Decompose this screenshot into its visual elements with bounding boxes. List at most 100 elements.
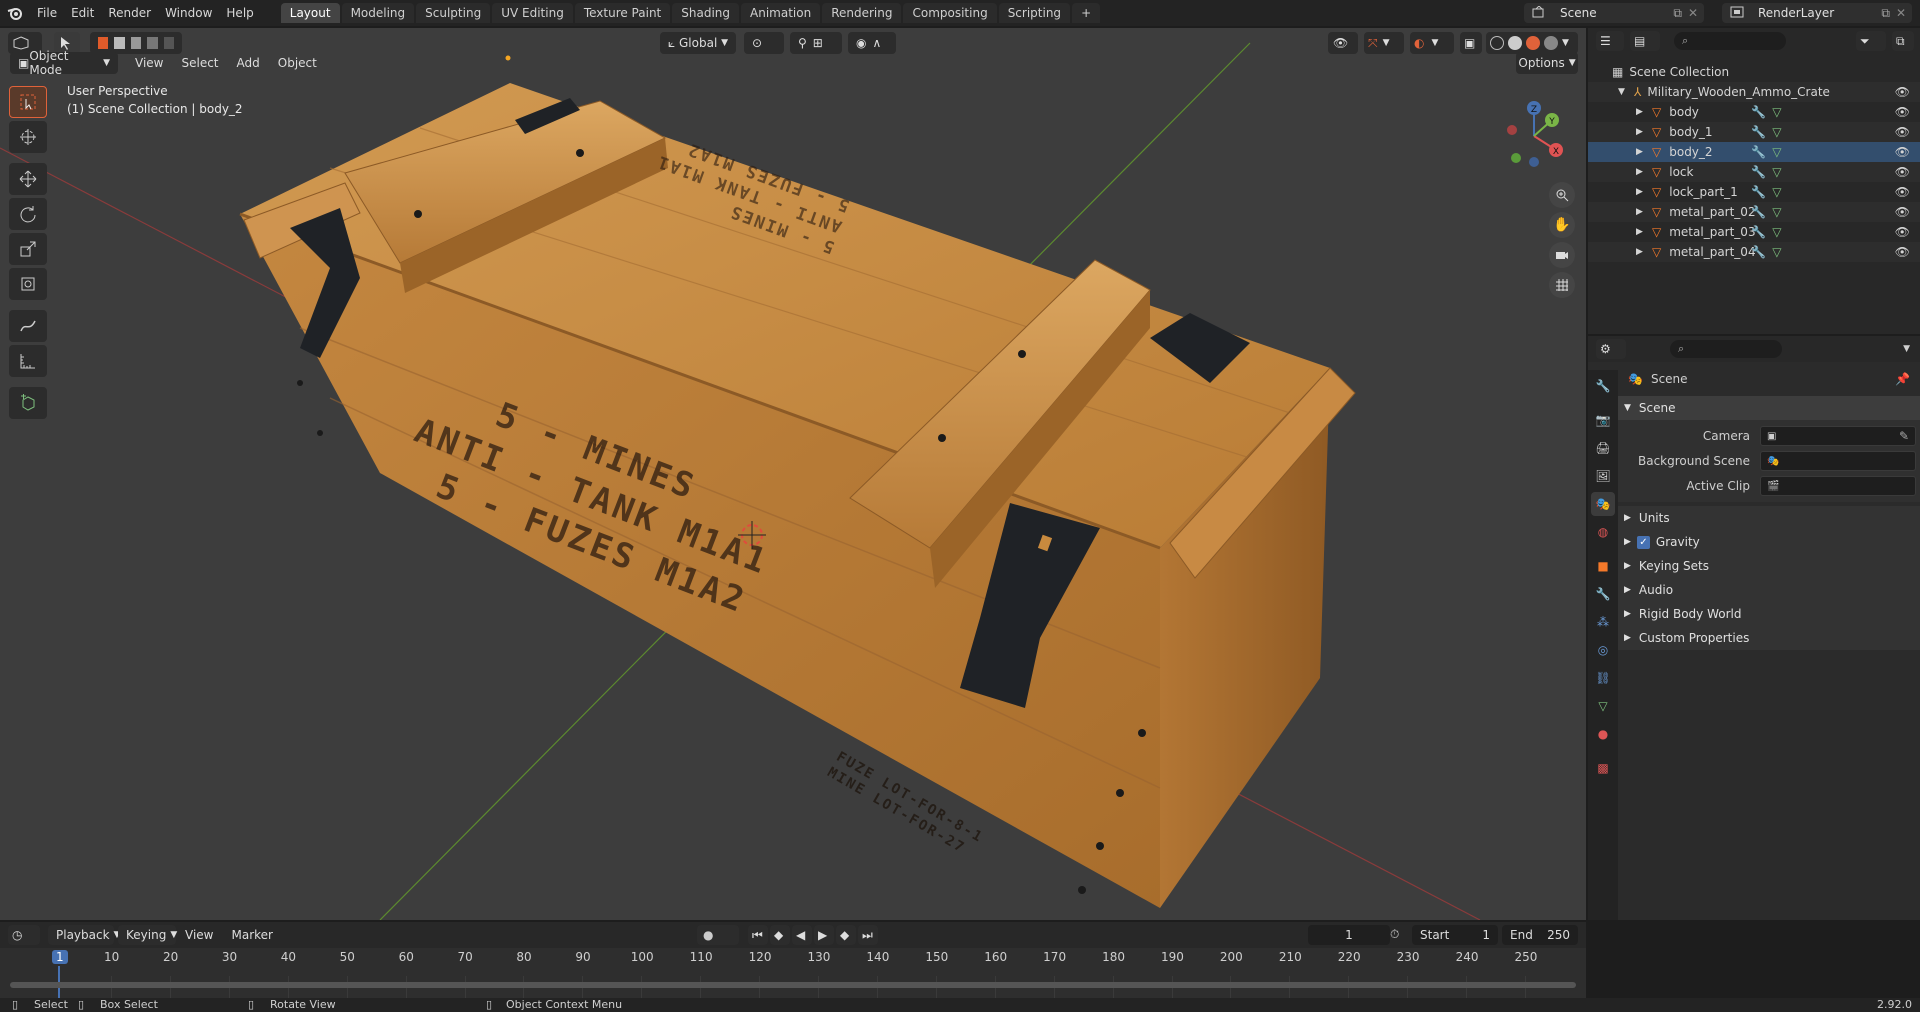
jump-start-button[interactable]: ⏮ [748,925,768,945]
outliner-row-scene-collection[interactable]: ▦ Scene Collection [1588,62,1920,82]
outliner-row-object[interactable]: ▶ ▽ metal_part_04 🔧 ▽ 👁 [1588,242,1920,262]
constraints-tab[interactable]: ⛓ [1591,666,1615,690]
cursor-tool[interactable] [9,121,47,153]
render-tab[interactable]: 📷 [1591,408,1615,432]
expand-object-icon[interactable]: ▶ [1636,107,1648,117]
expand-object-icon[interactable]: ▶ [1636,207,1648,217]
keying-sets-panel-header[interactable]: ▶ Keying Sets [1618,554,1920,578]
tab-shading[interactable]: Shading [672,3,739,23]
visibility-eye-icon[interactable]: 👁 [1895,205,1910,219]
properties-search-input[interactable]: ⌕ [1670,340,1782,358]
expand-object-icon[interactable]: ▶ [1636,247,1648,257]
outliner-row-object[interactable]: ▶ ▽ body_1 🔧 ▽ 👁 [1588,122,1920,142]
physics-tab[interactable]: ◎ [1591,638,1615,662]
scene-selector[interactable]: Scene ⧉ ✕ [1524,3,1704,23]
options-dropdown[interactable]: Options ▼ [1516,52,1578,74]
rotate-tool[interactable] [9,198,47,230]
material-tab[interactable]: ● [1591,722,1615,746]
menu-render[interactable]: Render [101,0,158,26]
blender-logo-icon[interactable] [0,5,30,21]
playback-dropdown[interactable]: Playback ▼ [48,925,120,945]
modifier-tab[interactable]: 🔧 [1591,582,1615,606]
transform-tool[interactable] [9,268,47,300]
new-view-layer-icon[interactable]: ⧉ [1881,6,1890,21]
gravity-checkbox[interactable]: ✓ [1636,535,1650,549]
expand-object-icon[interactable]: ▶ [1636,127,1648,137]
tab-modeling[interactable]: Modeling [341,3,415,23]
preview-range-icon[interactable]: ⏱ [1390,927,1408,942]
timeline-editor-type[interactable]: ◷ [8,925,40,945]
camera-field[interactable]: ▣ ✎ [1760,426,1916,446]
visibility-eye-icon[interactable]: 👁 [1895,225,1910,239]
delete-scene-icon[interactable]: ✕ [1688,6,1698,20]
frame-ruler[interactable]: 1 10 20 30 40 50 60 70 80 90 100 110 120 130 140 150 160… [0,948,1586,998]
outliner-row-object[interactable]: ▶ ▽ lock_part_1 🔧 ▽ 👁 [1588,182,1920,202]
visibility-eye-icon[interactable]: 👁 [1895,185,1910,199]
end-frame-field[interactable]: End 250 [1502,925,1578,945]
properties-editor-type[interactable]: ⚙ [1596,339,1626,359]
new-collection-button[interactable]: ⧉ [1892,31,1914,51]
output-tab[interactable]: 🖨 [1591,436,1615,460]
move-tool[interactable] [9,163,47,195]
display-mode-dropdown[interactable]: ▤ [1630,31,1660,51]
auto-key-toggle[interactable]: ● [697,925,739,945]
expand-object-icon[interactable]: ▶ [1636,167,1648,177]
scale-tool[interactable] [9,233,47,265]
outliner-row-object[interactable]: ▶ ▽ metal_part_03 🔧 ▽ 👁 [1588,222,1920,242]
properties-options-icon[interactable]: ▼ [1903,344,1910,354]
tab-sculpting[interactable]: Sculpting [416,3,491,23]
scene-tab[interactable]: 🎭 [1591,492,1615,516]
outliner-row-object[interactable]: ▶ ▽ body 🔧 ▽ 👁 [1588,102,1920,122]
prev-keyframe-button[interactable]: ◆ [770,925,790,945]
rendered-shading-icon[interactable] [1544,36,1558,50]
wireframe-shading-icon[interactable] [1490,36,1504,50]
keying-dropdown[interactable]: Keying ▼ [118,925,177,945]
play-button[interactable]: ▶ [814,925,834,945]
expand-collection-icon[interactable]: ▼ [1618,87,1630,97]
delete-view-layer-icon[interactable]: ✕ [1896,6,1906,20]
outliner-editor-type[interactable]: ☰ [1596,31,1624,51]
units-panel-header[interactable]: ▶ Units [1618,506,1920,530]
camera-view-button[interactable] [1549,242,1575,268]
select-box-tool[interactable] [9,86,47,118]
add-workspace-button[interactable]: + [1072,3,1101,23]
extend-select-icon[interactable] [114,37,125,49]
object-mode-dropdown[interactable]: ▣ Object Mode ▼ [10,49,118,77]
gravity-panel-header[interactable]: ▶ ✓ Gravity [1618,530,1920,554]
view-layer-selector[interactable]: RenderLayer ⧉ ✕ [1722,3,1912,23]
visibility-eye-icon[interactable]: 👁 [1895,145,1910,159]
jump-end-button[interactable]: ⏭ [858,925,878,945]
active-clip-field[interactable]: 🎬 [1760,476,1916,496]
rigid-body-world-panel-header[interactable]: ▶ Rigid Body World [1618,602,1920,626]
material-shading-icon[interactable] [1526,36,1540,50]
outliner-row-object[interactable]: ▶ ▽ lock 🔧 ▽ 👁 [1588,162,1920,182]
particles-tab[interactable]: ⁂ [1591,610,1615,634]
background-scene-field[interactable]: 🎭 [1760,451,1916,471]
scene-panel-header[interactable]: ▼ Scene [1618,396,1920,420]
navigation-gizmo[interactable]: Z X Y [1494,92,1574,172]
tab-uv-editing[interactable]: UV Editing [492,3,573,23]
zoom-button[interactable] [1549,182,1575,208]
tab-texture-paint[interactable]: Texture Paint [574,3,671,23]
visibility-eye-icon[interactable]: 👁 [1895,105,1910,119]
subtract-select-icon[interactable] [130,37,142,49]
next-keyframe-button[interactable]: ◆ [836,925,856,945]
tab-scripting[interactable]: Scripting [998,3,1071,23]
menu-object[interactable]: Object [269,56,326,70]
3d-viewport[interactable]: 5 - MINES ANTI - TANK M1A1 5 - FUZES M1A… [0,28,1586,920]
visibility-eye-icon[interactable]: 👁 [1895,245,1910,259]
pan-button[interactable]: ✋ [1549,212,1575,238]
menu-file[interactable]: File [30,0,64,26]
tab-layout[interactable]: Layout [280,3,340,23]
pin-icon[interactable]: 📌 [1895,372,1910,386]
visibility-eye-icon[interactable]: 👁 [1895,85,1910,99]
expand-object-icon[interactable]: ▶ [1636,187,1648,197]
menu-help[interactable]: Help [219,0,260,26]
timeline-scrollbar[interactable] [10,982,1576,988]
eyedropper-icon[interactable]: ✎ [1899,429,1909,443]
expand-object-icon[interactable]: ▶ [1636,147,1648,157]
tab-rendering[interactable]: Rendering [822,3,902,23]
play-reverse-button[interactable]: ◀ [792,925,812,945]
ortho-toggle-button[interactable] [1549,272,1575,298]
intersect-select-icon[interactable] [163,37,175,49]
